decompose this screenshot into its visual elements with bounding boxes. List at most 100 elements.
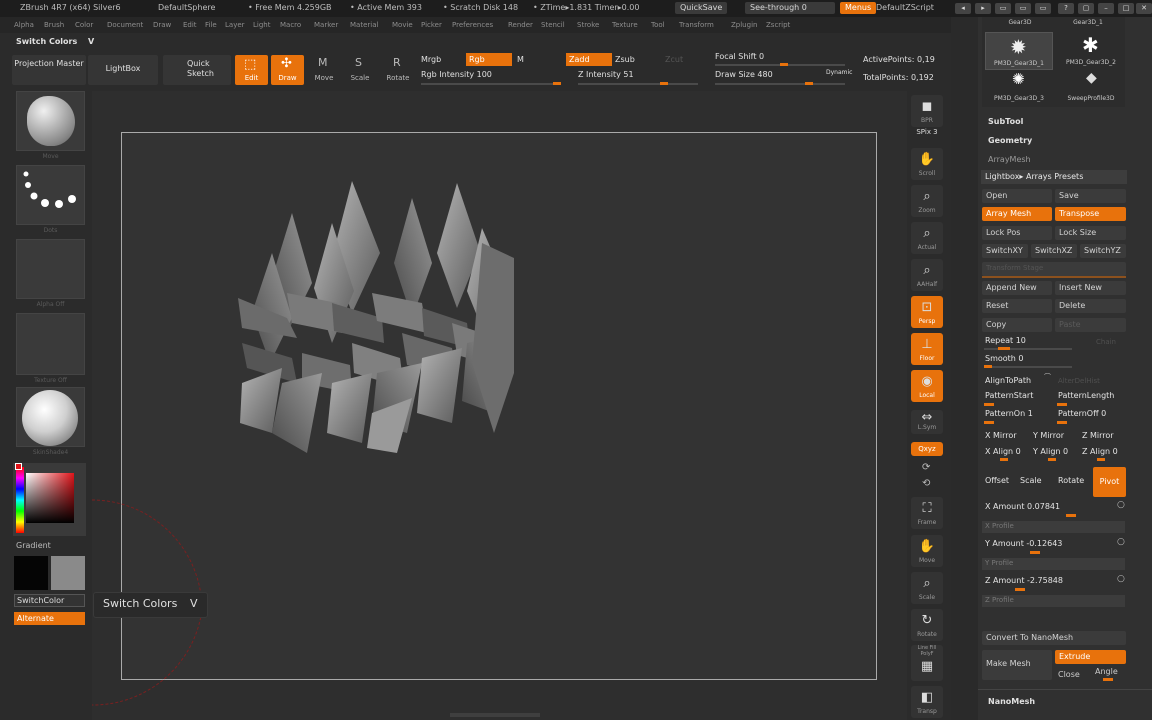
draw-size-track[interactable] <box>715 83 845 85</box>
y-amount-slider[interactable]: Y Amount -0.12643 <box>985 539 1062 548</box>
transform-stage-slider[interactable]: Transform Stage <box>982 262 1126 276</box>
subtool-section[interactable]: SubTool <box>988 117 1023 126</box>
z-amount-slider[interactable]: Z Amount -2.75848 <box>985 576 1063 585</box>
arrow-left-icon[interactable]: ◂ <box>955 3 971 14</box>
polyf-button[interactable]: Line Fill PolyF ▦ <box>911 645 943 681</box>
switch-yz-button[interactable]: SwitchYZ <box>1080 244 1126 258</box>
x-profile-curve[interactable]: X Profile <box>982 521 1125 533</box>
see-through-slider[interactable]: See-through 0 <box>745 2 835 14</box>
x-amount-curve-icon[interactable]: ○ <box>1117 500 1125 510</box>
zadd-button[interactable]: Zadd <box>566 53 612 66</box>
smooth-track[interactable] <box>984 366 1072 368</box>
rgb-intensity-track[interactable] <box>421 83 561 85</box>
dynamic-toggle[interactable]: Dynamic <box>826 69 852 76</box>
menu-macro[interactable]: Macro <box>280 21 301 29</box>
angle-slider[interactable]: Angle <box>1095 667 1118 676</box>
frame-button[interactable]: ⛶ Frame <box>911 497 943 529</box>
subtool-pm3d-gear3d-2-thumb[interactable]: ✱ PM3D_Gear3D_2 <box>1057 32 1125 70</box>
draw-size-slider[interactable]: Draw Size 480 <box>715 70 773 79</box>
x-amount-handle[interactable] <box>1066 514 1076 517</box>
z-align-slider[interactable]: Z Align 0 <box>1082 447 1118 456</box>
scale-tab[interactable]: Scale <box>1020 476 1042 485</box>
spix-slider[interactable]: SPix 3 <box>911 128 943 136</box>
z-intensity-slider[interactable]: Z Intensity 51 <box>578 70 634 79</box>
subtool-gear3d-1[interactable]: Gear3D_1 <box>1058 19 1118 26</box>
pattern-on-handle[interactable] <box>984 421 994 424</box>
align-to-path-button[interactable]: AlignToPath <box>985 376 1031 385</box>
alternate-button[interactable]: Alternate <box>14 612 85 625</box>
floor-button[interactable]: ⊥ Floor <box>911 333 943 365</box>
menu-edit[interactable]: Edit <box>183 21 197 29</box>
smooth-handle[interactable] <box>984 365 992 368</box>
menu-brush[interactable]: Brush <box>44 21 64 29</box>
menu-file[interactable]: File <box>205 21 217 29</box>
z-intensity-handle[interactable] <box>660 82 668 85</box>
menu-stroke[interactable]: Stroke <box>577 21 599 29</box>
transp-button[interactable]: ◧ Transp <box>911 686 943 718</box>
gradient-label[interactable]: Gradient <box>16 541 51 550</box>
subtool-pm3d-gear3d-3-thumb[interactable]: ✺ PM3D_Gear3D_3 <box>985 70 1053 106</box>
z-mirror-button[interactable]: Z Mirror <box>1082 431 1114 440</box>
rgb-intensity-slider[interactable]: Rgb Intensity 100 <box>421 70 492 79</box>
secondary-color-swatch[interactable] <box>51 556 85 590</box>
scroll-button[interactable]: ✋ Scroll <box>911 148 943 180</box>
menu-transform[interactable]: Transform <box>679 21 714 29</box>
arrow-right-icon[interactable]: ▸ <box>975 3 991 14</box>
delete-button[interactable]: Delete <box>1055 299 1126 313</box>
switch-xz-button[interactable]: SwitchXZ <box>1031 244 1077 258</box>
menus-button[interactable]: Menus <box>840 2 877 14</box>
qxyz-button[interactable]: Qxyz <box>911 442 943 456</box>
geometry-section[interactable]: Geometry <box>988 136 1032 145</box>
x-amount-slider[interactable]: X Amount 0.07841 <box>985 502 1060 511</box>
z-amount-curve-icon[interactable]: ○ <box>1117 574 1125 584</box>
y-profile-curve[interactable]: Y Profile <box>982 558 1125 570</box>
aahalf-button[interactable]: ⌕ AAHalf <box>911 259 943 291</box>
menu-layer[interactable]: Layer <box>225 21 245 29</box>
rotate-tab[interactable]: Rotate <box>1058 476 1084 485</box>
projection-master-button[interactable]: Projection Master <box>12 55 86 85</box>
z-align-handle[interactable] <box>1097 458 1105 461</box>
append-new-button[interactable]: Append New <box>982 281 1052 295</box>
scale-view-button[interactable]: ⌕ Scale <box>911 572 943 604</box>
persp-button[interactable]: ⊡ Persp <box>911 296 943 328</box>
y-align-handle[interactable] <box>1048 458 1056 461</box>
menu-marker[interactable]: Marker <box>314 21 338 29</box>
menu-movie[interactable]: Movie <box>392 21 413 29</box>
bottom-shelf-handle[interactable] <box>450 713 540 717</box>
layout-icon[interactable]: ▭ <box>1035 3 1051 14</box>
paste-button[interactable]: Paste <box>1055 318 1126 332</box>
lock-size-button[interactable]: Lock Size <box>1055 226 1126 240</box>
chain-button[interactable]: Chain <box>1096 338 1116 346</box>
insert-new-button[interactable]: Insert New <box>1055 281 1126 295</box>
lsym-button[interactable]: ⇔ L.Sym <box>911 410 943 434</box>
pivot-tab[interactable]: Pivot <box>1093 467 1126 497</box>
layout-icon[interactable]: ▭ <box>1015 3 1031 14</box>
move-view-button[interactable]: ✋ Move <box>911 535 943 567</box>
subtool-pm3d-gear3d-1-thumb[interactable]: ✹ PM3D_Gear3D_1 <box>985 32 1053 70</box>
pattern-start-slider[interactable]: PatternStart <box>985 391 1033 400</box>
array-mesh-button[interactable]: Array Mesh <box>982 207 1052 221</box>
x-align-slider[interactable]: X Align 0 <box>985 447 1021 456</box>
pattern-off-handle[interactable] <box>1057 421 1067 424</box>
subtool-sweepprofile3d-thumb[interactable]: ◆ SweepProfile3D <box>1057 70 1125 106</box>
alter-del-hist-button[interactable]: AlterDelHist <box>1058 377 1100 385</box>
rgb-button[interactable]: Rgb <box>466 53 512 66</box>
focal-shift-handle[interactable] <box>780 63 788 66</box>
zsub-button[interactable]: Zsub <box>615 55 635 64</box>
menu-picker[interactable]: Picker <box>421 21 442 29</box>
menu-render[interactable]: Render <box>508 21 533 29</box>
rotate-z-icon[interactable]: ⟲ <box>922 478 930 489</box>
layout-icon[interactable]: ▭ <box>995 3 1011 14</box>
z-intensity-track[interactable] <box>578 83 698 85</box>
mrgb-button[interactable]: Mrgb <box>421 55 441 64</box>
m-button[interactable]: M <box>517 55 524 64</box>
primary-color-swatch[interactable] <box>14 556 48 590</box>
menu-preferences[interactable]: Preferences <box>452 21 493 29</box>
saturation-square[interactable] <box>26 473 74 523</box>
menu-tool[interactable]: Tool <box>651 21 665 29</box>
pattern-length-handle[interactable] <box>1057 403 1067 406</box>
y-amount-handle[interactable] <box>1030 551 1040 554</box>
pattern-off-slider[interactable]: PatternOff 0 <box>1058 409 1106 418</box>
stroke-thumbnail[interactable]: Dots <box>16 165 85 234</box>
rgb-intensity-handle[interactable] <box>553 82 561 85</box>
